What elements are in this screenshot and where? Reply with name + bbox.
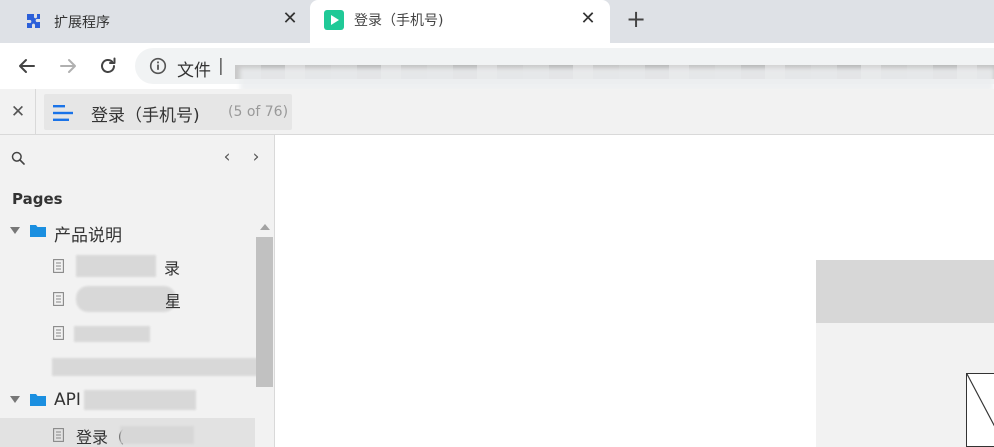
caret-down-icon[interactable]	[10, 396, 20, 404]
page-title: 登录（手机号)	[91, 106, 200, 126]
page-count: (5 of 76)	[228, 104, 289, 120]
tab-strip: 扩展程序 ✕ 登录（手机号) ✕ +	[0, 0, 994, 43]
plus-icon[interactable]: +	[624, 7, 648, 32]
tree-page[interactable]: 星	[0, 282, 255, 315]
redaction-overlay	[84, 390, 196, 410]
tab-login[interactable]: 登录（手机号) ✕	[310, 0, 610, 43]
search-icon[interactable]	[11, 151, 25, 165]
reload-button[interactable]	[95, 53, 121, 79]
document-icon	[53, 428, 64, 442]
caret-down-icon[interactable]	[10, 227, 20, 235]
redaction-overlay	[76, 286, 176, 312]
redaction-overlay	[76, 255, 156, 277]
close-icon[interactable]: ✕	[580, 10, 596, 28]
prototype-canvas	[276, 135, 994, 447]
info-icon[interactable]	[149, 57, 167, 75]
forward-button[interactable]	[55, 53, 81, 79]
tree-page[interactable]	[0, 316, 255, 349]
close-icon[interactable]: ✕	[282, 10, 298, 28]
document-icon	[53, 292, 64, 306]
axure-header: ✕ 登录（手机号) (5 of 76)	[0, 89, 994, 135]
tree-page[interactable]: 录	[0, 249, 255, 282]
url-scheme-label: 文件	[177, 61, 211, 81]
close-sidebar-button[interactable]: ✕	[8, 102, 28, 122]
tree-page[interactable]	[0, 350, 270, 383]
url-separator: |	[218, 56, 224, 76]
redaction-overlay	[74, 326, 150, 342]
sidebar-scrollbar[interactable]	[256, 219, 273, 447]
browser-toolbar: 文件 |	[0, 43, 994, 92]
pages-heading: Pages	[12, 190, 63, 208]
image-placeholder-icon	[966, 373, 994, 447]
chevron-left-icon[interactable]: ‹	[219, 147, 235, 167]
axure-play-icon	[324, 10, 344, 30]
tab-title: 扩展程序	[54, 15, 110, 31]
redaction-overlay	[52, 358, 270, 376]
scroll-up-arrow-icon[interactable]	[260, 224, 270, 230]
folder-icon	[30, 394, 46, 406]
chevron-right-icon[interactable]: ›	[248, 147, 264, 167]
back-button[interactable]	[14, 53, 40, 79]
tree-folder[interactable]: 产品说明	[0, 215, 255, 248]
pages-sidebar: ‹ › Pages 产品说明 录 星 API 登录（	[0, 135, 275, 447]
redaction-overlay	[120, 426, 194, 444]
prototype-header-block	[816, 260, 994, 323]
document-icon	[53, 326, 64, 340]
document-icon	[53, 259, 64, 273]
tree-page-label: 录	[164, 259, 181, 278]
arrow-left-icon	[19, 59, 35, 73]
arrow-right-icon	[60, 59, 76, 73]
tab-title: 登录（手机号)	[354, 13, 444, 29]
tree-folder-label: API	[54, 390, 81, 410]
tree-folder-label: 产品说明	[54, 226, 122, 246]
puzzle-icon	[27, 14, 40, 28]
tree-page-label: 登录（	[76, 428, 125, 447]
scroll-thumb[interactable]	[256, 237, 273, 387]
divider	[35, 89, 36, 135]
reload-icon	[101, 57, 116, 73]
folder-icon	[30, 225, 46, 237]
menu-icon	[53, 105, 73, 121]
tree-page-selected[interactable]: 登录（	[0, 418, 255, 447]
tree-page-label: 星	[165, 292, 182, 311]
tree-folder[interactable]: API	[0, 384, 255, 417]
tab-extensions[interactable]: 扩展程序 ✕	[0, 0, 308, 43]
current-page-selector[interactable]: 登录（手机号) (5 of 76)	[44, 94, 292, 130]
